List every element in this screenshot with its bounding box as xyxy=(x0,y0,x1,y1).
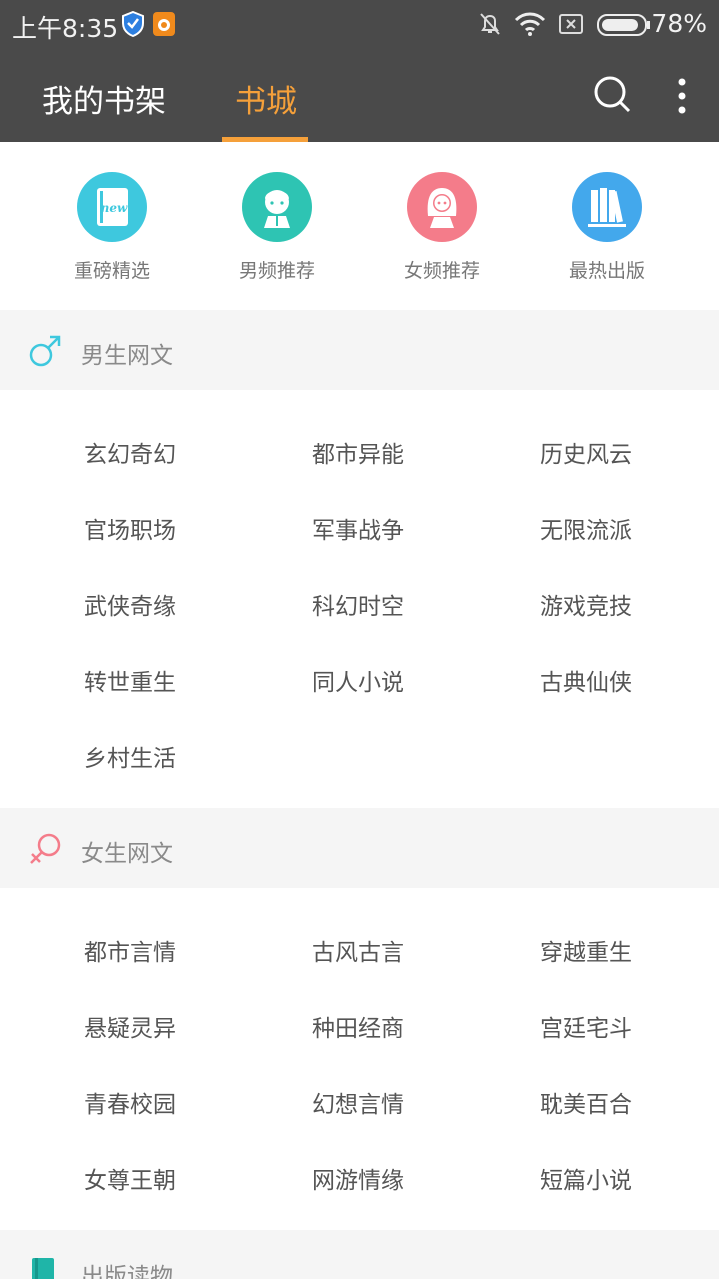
boy-icon xyxy=(242,172,312,242)
category-item[interactable]: 网游情缘 xyxy=(312,1161,404,1195)
category-item[interactable]: 宫廷宅斗 xyxy=(540,1009,632,1043)
category-grid-female: 都市言情 古风古言 穿越重生 悬疑灵异 种田经商 宫廷宅斗 青春校园 幻想言情 … xyxy=(0,888,719,1230)
section-title: 出版读物 xyxy=(81,1264,173,1279)
quick-link-featured[interactable]: new 重磅精选 xyxy=(42,172,182,283)
svg-text:new: new xyxy=(101,201,128,215)
mute-bell-icon xyxy=(478,11,502,43)
more-icon[interactable] xyxy=(676,76,688,120)
category-item[interactable]: 古典仙侠 xyxy=(540,663,632,697)
category-item[interactable]: 种田经商 xyxy=(312,1009,404,1043)
quick-links: new 重磅精选 男频推荐 女频推荐 最热出版 xyxy=(0,142,719,310)
male-symbol-icon xyxy=(28,334,62,372)
category-item[interactable]: 女尊王朝 xyxy=(84,1161,176,1195)
section-header-male: 男生网文 xyxy=(0,310,719,390)
quick-link-male[interactable]: 男频推荐 xyxy=(207,172,347,283)
category-item[interactable]: 科幻时空 xyxy=(312,587,404,621)
category-item[interactable]: 耽美百合 xyxy=(540,1085,632,1119)
quick-link-label: 最热出版 xyxy=(568,260,645,282)
tab-bookshelf[interactable]: 我的书架 xyxy=(42,76,166,121)
tab-bookstore[interactable]: 书城 xyxy=(235,76,297,121)
category-grid-male: 玄幻奇幻 都市异能 历史风云 官场职场 军事战争 无限流派 武侠奇缘 科幻时空 … xyxy=(0,390,719,808)
section-header-female: 女生网文 xyxy=(0,808,719,888)
category-item[interactable]: 官场职场 xyxy=(84,511,176,545)
status-bar: 上午8:35 78% xyxy=(0,0,719,50)
category-item[interactable]: 悬疑灵异 xyxy=(84,1009,176,1043)
quick-link-label: 女频推荐 xyxy=(403,260,480,282)
shield-icon xyxy=(121,10,145,43)
category-item[interactable]: 无限流派 xyxy=(540,511,632,545)
new-book-icon: new xyxy=(77,172,147,242)
battery-icon xyxy=(597,13,651,42)
quick-link-female[interactable]: 女频推荐 xyxy=(372,172,512,283)
battery-percent: 78% xyxy=(651,9,707,38)
category-item[interactable]: 历史风云 xyxy=(540,435,632,469)
wifi-icon xyxy=(514,11,546,43)
category-item[interactable]: 幻想言情 xyxy=(312,1085,404,1119)
girl-icon xyxy=(407,172,477,242)
category-item[interactable]: 游戏竞技 xyxy=(540,587,632,621)
books-icon xyxy=(572,172,642,242)
quick-link-label: 重磅精选 xyxy=(73,260,150,282)
category-item[interactable]: 古风古言 xyxy=(312,933,404,967)
quick-link-label: 男频推荐 xyxy=(238,260,315,282)
category-item[interactable]: 乡村生活 xyxy=(84,739,176,773)
category-item[interactable]: 武侠奇缘 xyxy=(84,587,176,621)
category-item[interactable]: 都市言情 xyxy=(84,933,176,967)
no-sim-icon xyxy=(558,11,584,43)
female-symbol-icon xyxy=(28,832,62,870)
category-item[interactable]: 同人小说 xyxy=(312,663,404,697)
category-item[interactable]: 都市异能 xyxy=(312,435,404,469)
status-time: 上午8:35 xyxy=(12,14,119,43)
squirrel-app-icon xyxy=(152,11,176,43)
category-item[interactable]: 穿越重生 xyxy=(540,933,632,967)
book-icon xyxy=(30,1256,56,1279)
quick-link-hot-published[interactable]: 最热出版 xyxy=(537,172,677,283)
category-item[interactable]: 玄幻奇幻 xyxy=(84,435,176,469)
search-icon[interactable] xyxy=(592,74,632,118)
section-title: 女生网文 xyxy=(81,841,173,867)
app-header: 我的书架 书城 xyxy=(0,50,719,142)
category-item[interactable]: 短篇小说 xyxy=(540,1161,632,1195)
category-item[interactable]: 青春校园 xyxy=(84,1085,176,1119)
category-item[interactable]: 转世重生 xyxy=(84,663,176,697)
section-title: 男生网文 xyxy=(81,343,173,369)
category-item[interactable]: 军事战争 xyxy=(312,511,404,545)
section-header-published: 出版读物 xyxy=(0,1230,719,1279)
